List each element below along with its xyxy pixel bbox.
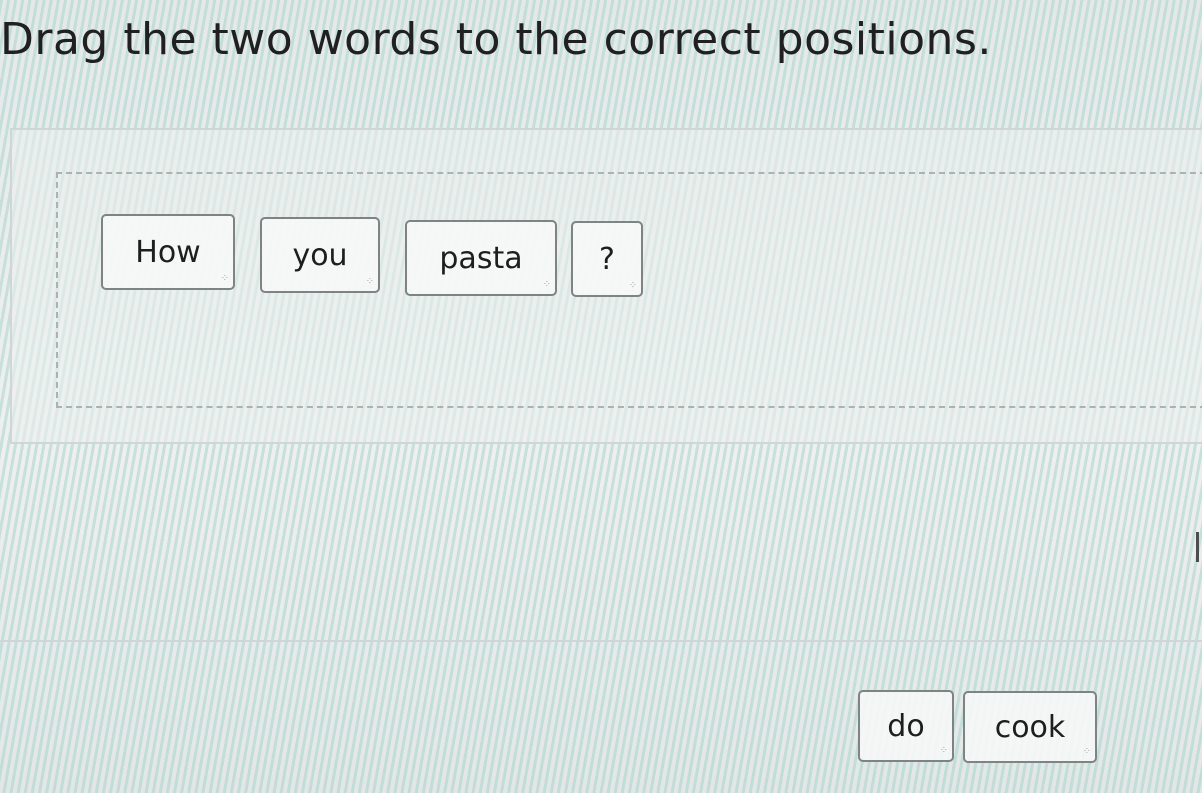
tile-label: How <box>135 234 201 270</box>
drag-handle-icon: ⁘ <box>365 276 374 287</box>
drag-handle-icon: ⁘ <box>220 273 229 284</box>
word-bank-tile-cook[interactable]: cook ⁘ <box>963 691 1097 763</box>
drag-handle-icon: ⁘ <box>1082 746 1091 757</box>
sentence-tile-pasta[interactable]: pasta ⁘ <box>405 220 557 296</box>
tile-label: do <box>887 708 925 744</box>
tile-label: ? <box>599 241 615 277</box>
drag-handle-icon: ⁘ <box>939 745 948 756</box>
drag-handle-icon: ⁘ <box>628 280 637 291</box>
sentence-tile-you[interactable]: you ⁘ <box>260 217 380 293</box>
instruction-heading: Drag the two words to the correct positi… <box>0 14 992 65</box>
drag-handle-icon: ⁘ <box>542 279 551 290</box>
word-bank-tile-do[interactable]: do ⁘ <box>858 690 954 762</box>
tile-label: you <box>292 237 348 273</box>
tile-label: pasta <box>439 240 523 276</box>
sentence-tile-how[interactable]: How ⁘ <box>101 214 235 290</box>
tile-label: cook <box>994 709 1066 745</box>
word-bank-divider <box>0 640 1202 642</box>
sentence-tile-question-mark[interactable]: ? ⁘ <box>571 221 643 297</box>
scrollbar-edge <box>1196 532 1199 562</box>
